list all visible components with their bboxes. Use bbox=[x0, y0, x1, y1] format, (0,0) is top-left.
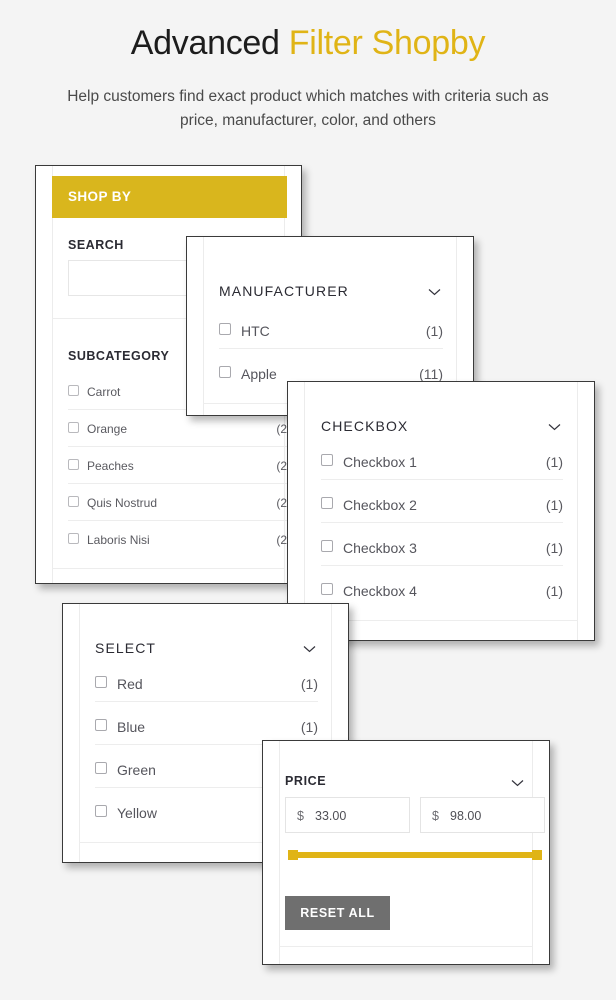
manufacturer-title: MANUFACTURER bbox=[219, 283, 349, 299]
list-item-label: Peaches bbox=[87, 459, 134, 473]
page-root: Advanced Filter Shopby Help customers fi… bbox=[0, 0, 616, 1000]
checkbox-icon[interactable] bbox=[321, 540, 333, 552]
subcategory-label: SUBCATEGORY bbox=[68, 349, 170, 363]
checkbox-icon[interactable] bbox=[95, 676, 107, 688]
row-divider bbox=[68, 520, 287, 521]
list-item[interactable]: Red (1) bbox=[95, 666, 318, 702]
list-item-label: Yellow bbox=[117, 805, 157, 821]
list-item-label: Orange bbox=[87, 422, 128, 436]
checkbox-icon[interactable] bbox=[68, 385, 79, 396]
row-divider bbox=[95, 701, 318, 702]
list-item-count: (1) bbox=[545, 454, 563, 470]
chevron-down-icon[interactable] bbox=[511, 779, 524, 787]
slider-handle-min[interactable] bbox=[288, 850, 298, 860]
list-item[interactable]: Checkbox 1 (1) bbox=[321, 444, 563, 480]
list-item-count: (1) bbox=[545, 583, 563, 599]
list-item[interactable]: Checkbox 2 (1) bbox=[321, 487, 563, 523]
checkbox-icon[interactable] bbox=[95, 719, 107, 731]
chevron-down-icon[interactable] bbox=[428, 288, 441, 296]
list-item[interactable]: Laboris Nisi (2 bbox=[68, 522, 287, 558]
slider-handle-max[interactable] bbox=[532, 850, 542, 860]
chevron-down-icon[interactable] bbox=[303, 645, 316, 653]
row-divider bbox=[68, 483, 287, 484]
list-item[interactable]: Checkbox 4 (1) bbox=[321, 573, 563, 609]
checkbox-icon[interactable] bbox=[321, 454, 333, 466]
list-item-count: (1) bbox=[545, 540, 563, 556]
list-item[interactable]: Orange (2 bbox=[68, 411, 287, 447]
list-item[interactable]: Peaches (2 bbox=[68, 448, 287, 484]
list-item[interactable]: HTC (1) bbox=[219, 313, 443, 349]
list-item-label: Quis Nostrud bbox=[87, 496, 158, 510]
page-title-plain: Advanced bbox=[130, 24, 289, 62]
list-item-count: (1) bbox=[545, 497, 563, 513]
price-min-value: 33.00 bbox=[315, 809, 347, 823]
list-item-label: Blue bbox=[117, 719, 146, 735]
checkbox-icon[interactable] bbox=[219, 323, 231, 335]
reset-all-button[interactable]: RESET ALL bbox=[285, 896, 390, 930]
page-subtitle: Help customers find exact product which … bbox=[67, 88, 549, 129]
list-item-label: Checkbox 4 bbox=[343, 583, 417, 599]
checkbox-icon[interactable] bbox=[95, 805, 107, 817]
shopby-bottom-divider bbox=[52, 568, 285, 569]
list-item-label: HTC bbox=[241, 323, 270, 339]
currency-symbol: $ bbox=[297, 809, 304, 823]
list-item-count: (2 bbox=[276, 459, 287, 473]
list-item-label: Green bbox=[117, 762, 156, 778]
checkbox-icon[interactable] bbox=[68, 459, 79, 470]
checkbox-icon[interactable] bbox=[68, 496, 79, 507]
checkbox-panel: CHECKBOX Checkbox 1 (1) Checkbox 2 (1) C… bbox=[287, 381, 595, 641]
list-item-count: (2 bbox=[276, 422, 287, 436]
checkbox-icon[interactable] bbox=[68, 533, 79, 544]
price-min-input[interactable]: $ 33.00 bbox=[285, 797, 410, 833]
list-item-label: Checkbox 3 bbox=[343, 540, 417, 556]
checkbox-icon[interactable] bbox=[219, 366, 231, 378]
list-item[interactable]: Checkbox 3 (1) bbox=[321, 530, 563, 566]
row-divider bbox=[321, 522, 563, 523]
price-max-input[interactable]: $ 98.00 bbox=[420, 797, 545, 833]
checkbox-icon[interactable] bbox=[68, 422, 79, 433]
chevron-down-icon[interactable] bbox=[548, 423, 561, 431]
select-title: SELECT bbox=[95, 640, 157, 656]
search-label: SEARCH bbox=[68, 238, 124, 252]
list-item-label: Checkbox 1 bbox=[343, 454, 417, 470]
price-bottom-divider bbox=[279, 946, 533, 947]
list-item-label: Checkbox 2 bbox=[343, 497, 417, 513]
list-item-label: Laboris Nisi bbox=[87, 533, 150, 547]
checkbox-icon[interactable] bbox=[321, 497, 333, 509]
price-title: PRICE bbox=[285, 774, 327, 788]
list-item-label: Red bbox=[117, 676, 143, 692]
list-item-count: (2 bbox=[276, 496, 287, 510]
checkbox-icon[interactable] bbox=[321, 583, 333, 595]
page-title-accent: Filter Shopby bbox=[288, 24, 486, 62]
row-divider bbox=[321, 479, 563, 480]
list-item[interactable]: Quis Nostrud (2 bbox=[68, 485, 287, 521]
currency-symbol: $ bbox=[432, 809, 439, 823]
list-item-count: (1) bbox=[425, 323, 443, 339]
row-divider bbox=[68, 446, 287, 447]
row-divider bbox=[321, 565, 563, 566]
price-max-value: 98.00 bbox=[450, 809, 482, 823]
page-title: Advanced Filter Shopby bbox=[0, 24, 616, 63]
price-range-slider[interactable] bbox=[288, 850, 542, 860]
checkbox-icon[interactable] bbox=[95, 762, 107, 774]
list-item-label: Apple bbox=[241, 366, 277, 382]
price-panel: PRICE $ 33.00 $ 98.00 RESET ALL bbox=[262, 740, 550, 965]
list-item-count: (1) bbox=[300, 676, 318, 692]
row-divider bbox=[219, 348, 443, 349]
list-item-label: Carrot bbox=[87, 385, 121, 399]
list-item-count: (2 bbox=[276, 533, 287, 547]
shopby-header: SHOP BY bbox=[52, 176, 287, 218]
checkbox-title: CHECKBOX bbox=[321, 418, 409, 434]
